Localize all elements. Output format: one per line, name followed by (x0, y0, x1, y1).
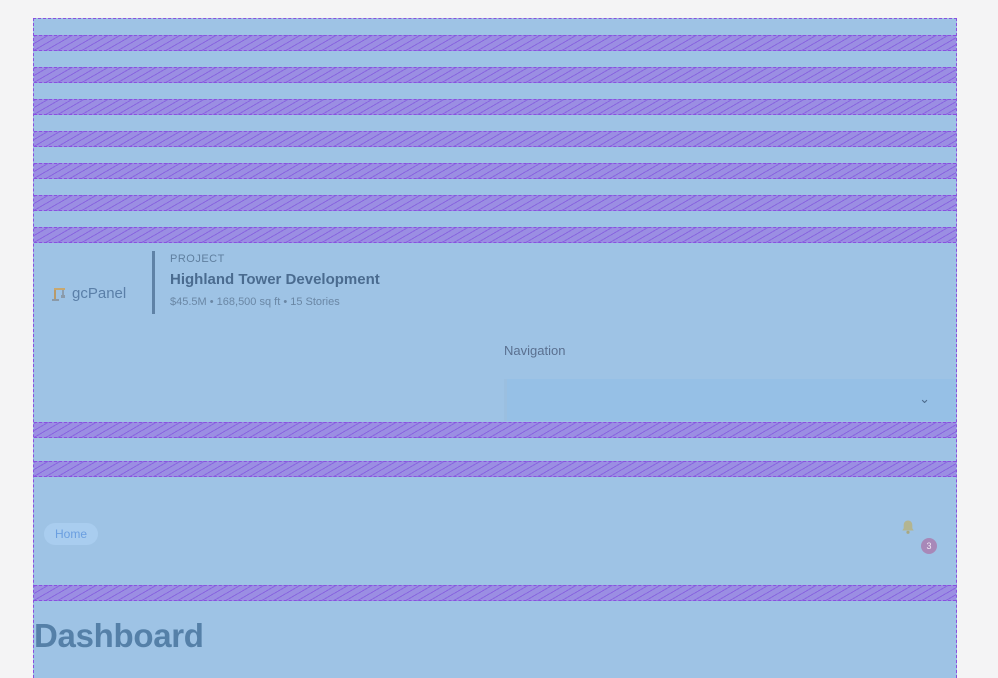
hatched-band (34, 422, 956, 438)
hatched-band (34, 163, 956, 179)
hatched-band (34, 195, 956, 211)
hatched-band (34, 131, 956, 147)
page-title: Dashboard (34, 617, 204, 654)
hatched-band (34, 585, 956, 601)
project-info: PROJECT Highland Tower Development $45.5… (170, 253, 380, 308)
hatched-band (34, 227, 956, 243)
chevron-down-icon: ⌄ (919, 391, 930, 406)
hatched-band (34, 67, 956, 83)
brand-logo[interactable]: gcPanel (52, 285, 126, 302)
navigation-label: Navigation (504, 343, 566, 358)
crane-icon (52, 287, 66, 301)
bell-icon[interactable] (900, 519, 916, 535)
hatched-band (34, 99, 956, 115)
home-button[interactable]: Home (44, 523, 99, 545)
hatched-band (34, 35, 956, 51)
project-kicker: PROJECT (170, 253, 225, 265)
project-meta: $45.5M • 168,500 sq ft • 15 Stories (170, 296, 340, 308)
navigation-select[interactable]: ⌄ (504, 379, 956, 421)
app-frame: gcPanel PROJECT Highland Tower Developme… (33, 18, 957, 678)
hatched-band (34, 461, 956, 477)
brand-name: gcPanel (72, 285, 127, 302)
header-divider (152, 251, 155, 314)
project-title: Highland Tower Development (170, 271, 380, 288)
notification-count-badge: 3 (921, 538, 937, 554)
